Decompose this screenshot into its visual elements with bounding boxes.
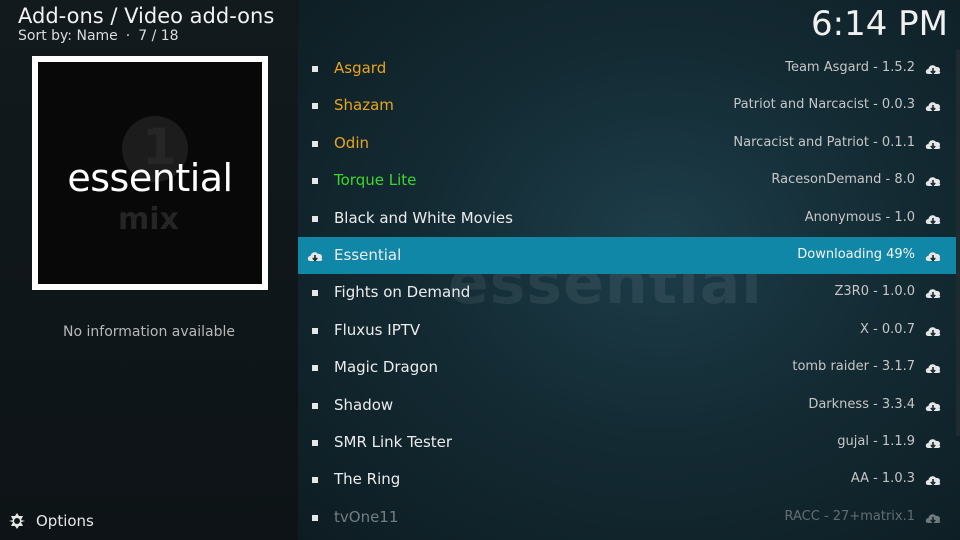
cloud-download-icon: [924, 136, 942, 152]
separator-dot: ·: [125, 28, 131, 44]
addon-name: Fights on Demand: [334, 283, 471, 302]
addon-list-panel: essential 6:14 PM Asgard Team Asgard - 1.…: [298, 0, 960, 540]
scrollbar[interactable]: [956, 50, 960, 436]
cloud-download-icon: [924, 472, 942, 488]
addon-name: SMR Link Tester: [334, 433, 453, 451]
bullet-icon: [312, 178, 318, 185]
addon-name: Torque Lite: [334, 171, 417, 190]
addon-author-version: Anonymous - 1.0: [804, 209, 915, 225]
thumbnail-subtitle: mix: [118, 202, 179, 237]
addon-author-version: Team Asgard - 1.5.2: [785, 60, 915, 75]
cloud-download-icon: [924, 360, 942, 376]
addon-author-version: tomb raider - 3.1.7: [792, 359, 915, 375]
item-position: 7 / 18: [138, 28, 179, 44]
list-item[interactable]: SMR Link Tester gujal - 1.1.9: [298, 424, 960, 461]
bullet-icon: [312, 103, 318, 110]
addon-author-version: AA - 1.0.3: [850, 471, 915, 487]
addon-name: Asgard: [334, 59, 387, 77]
bullet-icon: [312, 290, 318, 297]
cloud-download-icon: [924, 248, 942, 264]
bullet-icon: [312, 140, 318, 147]
cloud-download-icon: [924, 398, 942, 414]
sort-info[interactable]: Sort by: Name · 7 / 18: [18, 28, 179, 44]
bullet-icon: [312, 365, 318, 372]
addon-author-version: Patriot and Narcacist - 0.0.3: [733, 97, 915, 113]
bullet-icon: [312, 327, 318, 334]
clock: 6:14 PM: [811, 4, 948, 44]
addon-name: Fluxus IPTV: [334, 320, 421, 339]
list-item[interactable]: The Ring AA - 1.0.3: [298, 461, 960, 498]
bullet-icon: [312, 514, 318, 521]
sort-label: Sort by: Name: [18, 28, 118, 44]
list-item[interactable]: Magic Dragon tomb raider - 3.1.7: [298, 349, 960, 386]
page-title: Add-ons / Video add-ons: [18, 4, 275, 28]
addon-name: Magic Dragon: [334, 358, 438, 377]
download-icon: [306, 248, 324, 264]
list-item[interactable]: Essential Downloading 49%: [298, 237, 960, 274]
addon-name: Shadow: [334, 395, 394, 414]
addon-author-version: gujal - 1.1.9: [837, 434, 915, 449]
cloud-download-icon: [924, 211, 942, 227]
list-item[interactable]: Black and White Movies Anonymous - 1.0: [298, 200, 960, 237]
left-panel: Add-ons / Video add-ons Sort by: Name · 7 …: [0, 0, 298, 540]
options-button[interactable]: Options: [8, 510, 94, 532]
list-item[interactable]: Asgard Team Asgard - 1.5.2: [298, 50, 960, 87]
cloud-download-icon: [924, 435, 942, 451]
list-item[interactable]: Odin Narcacist and Patriot - 0.1.1: [298, 125, 960, 162]
cloud-download-icon: [924, 173, 942, 189]
addon-name: The Ring: [334, 470, 401, 489]
list-item[interactable]: Fluxus IPTV X - 0.0.7: [298, 312, 960, 349]
addon-name: Shazam: [334, 96, 394, 115]
bullet-icon: [312, 402, 318, 409]
cloud-download-icon: [924, 61, 942, 77]
cloud-download-icon: [924, 98, 942, 114]
addon-name: tvOne11: [334, 507, 399, 526]
addon-author-version: Darkness - 3.3.4: [808, 396, 915, 412]
list-item[interactable]: Shazam Patriot and Narcacist - 0.0.3: [298, 87, 960, 124]
addon-author-version: RacesonDemand - 8.0: [771, 172, 915, 188]
options-icon: [9, 513, 25, 529]
bullet-icon: [312, 66, 318, 72]
list-item[interactable]: Torque Lite RacesonDemand - 8.0: [298, 162, 960, 199]
list-item[interactable]: tvOne11 RACC - 27+matrix.1: [298, 499, 960, 536]
addon-name: Essential: [334, 246, 402, 264]
addon-thumbnail: 1 essential mix: [32, 56, 268, 290]
addon-info-text: No information available: [63, 324, 235, 340]
addon-author-version: X - 0.0.7: [860, 321, 915, 337]
cloud-download-icon: [924, 510, 942, 526]
bullet-icon: [312, 215, 318, 222]
addon-author-version: Narcacist and Patriot - 0.1.1: [733, 134, 915, 150]
options-label: Options: [36, 512, 94, 530]
list-item[interactable]: Shadow Darkness - 3.3.4: [298, 387, 960, 424]
cloud-download-icon: [924, 323, 942, 339]
addon-name: Black and White Movies: [334, 208, 513, 227]
addon-name: Odin: [334, 133, 370, 152]
thumbnail-title: essential: [67, 156, 233, 200]
addon-author-version: RACC - 27+matrix.1: [784, 508, 916, 524]
bullet-icon: [312, 477, 318, 484]
cloud-download-icon: [924, 285, 942, 301]
bullet-icon: [312, 440, 318, 446]
addon-author-version: Downloading 49%: [797, 247, 915, 262]
list-item[interactable]: Fights on Demand Z3R0 - 1.0.0: [298, 274, 960, 311]
addon-author-version: Z3R0 - 1.0.0: [834, 284, 915, 300]
